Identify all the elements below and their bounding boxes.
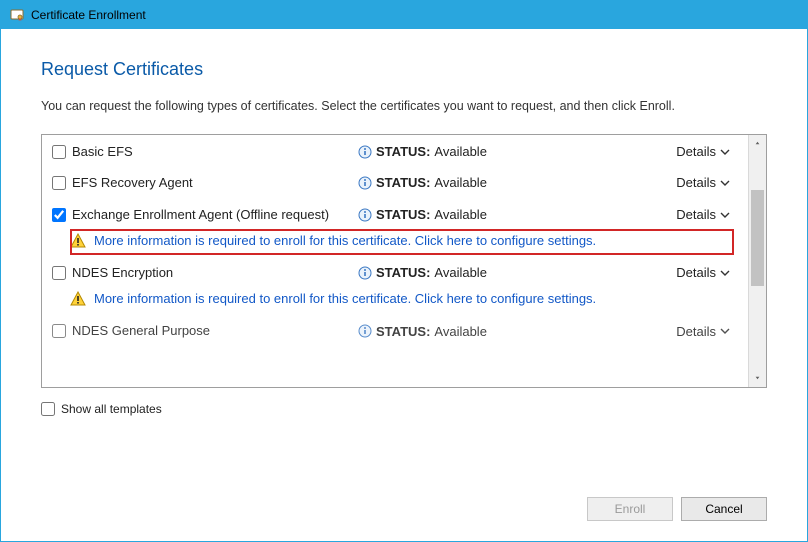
show-all-row: Show all templates [41,402,767,416]
scroll-up-button[interactable] [749,135,766,152]
cert-checkbox-basic-efs[interactable] [52,145,66,159]
cert-row-ndes-general[interactable]: NDES General Purpose STATUS: Available D… [42,315,748,347]
certificate-icon [9,7,25,23]
details-toggle[interactable]: Details [642,144,742,159]
cert-name: Exchange Enrollment Agent (Offline reque… [72,207,358,223]
status-value: Available [434,324,487,339]
info-icon [358,208,372,222]
page-title: Request Certificates [41,59,767,80]
cert-row-ndes-encryption[interactable]: NDES Encryption STATUS: Available Detail… [42,257,748,289]
certificate-list: Basic EFS STATUS: Available Details [42,135,748,387]
info-icon [358,324,372,338]
cert-checkbox-exchange-agent[interactable] [52,208,66,222]
enroll-button[interactable]: Enroll [587,497,673,521]
scrollbar-track[interactable] [749,152,766,370]
status-label: STATUS: [376,144,430,159]
cert-checkbox-ndes-encryption[interactable] [52,266,66,280]
warning-icon [70,291,86,307]
scroll-down-button[interactable] [749,370,766,387]
status-cell: STATUS: Available [358,144,642,159]
cert-name: EFS Recovery Agent [72,175,358,191]
chevron-down-icon [720,326,730,336]
warning-row-ndes-encryption: More information is required to enroll f… [42,289,748,315]
details-toggle[interactable]: Details [642,175,742,190]
status-value: Available [434,175,487,190]
details-toggle[interactable]: Details [642,207,742,222]
scrollbar[interactable] [748,135,766,387]
info-icon [358,266,372,280]
status-label: STATUS: [376,265,430,280]
status-label: STATUS: [376,324,430,339]
warning-icon [70,233,86,249]
info-icon [358,145,372,159]
show-all-label[interactable]: Show all templates [61,402,162,416]
certificate-list-frame: Basic EFS STATUS: Available Details [41,134,767,388]
status-cell: STATUS: Available [358,175,642,190]
details-toggle[interactable]: Details [642,324,742,339]
dialog-button-row: Enroll Cancel [41,477,767,521]
chevron-down-icon [720,147,730,157]
titlebar: Certificate Enrollment [1,1,807,29]
status-label: STATUS: [376,175,430,190]
chevron-down-icon [720,268,730,278]
status-value: Available [434,265,487,280]
cert-name: NDES Encryption [72,265,358,281]
cancel-button[interactable]: Cancel [681,497,767,521]
cert-checkbox-ndes-general[interactable] [52,324,66,338]
cert-row-basic-efs[interactable]: Basic EFS STATUS: Available Details [42,135,748,167]
scrollbar-thumb[interactable] [751,190,764,286]
status-label: STATUS: [376,207,430,222]
configure-link[interactable]: More information is required to enroll f… [94,233,596,248]
status-cell: STATUS: Available [358,265,642,280]
status-cell: STATUS: Available [358,207,642,222]
warning-row-exchange-agent: More information is required to enroll f… [42,231,748,257]
configure-link[interactable]: More information is required to enroll f… [94,291,596,306]
content-area: Request Certificates You can request the… [1,29,807,541]
status-cell: STATUS: Available [358,324,642,339]
chevron-down-icon [720,178,730,188]
status-value: Available [434,207,487,222]
cert-row-efs-recovery[interactable]: EFS Recovery Agent STATUS: Available Det… [42,167,748,199]
chevron-down-icon [720,210,730,220]
status-value: Available [434,144,487,159]
window-title: Certificate Enrollment [31,8,146,22]
details-toggle[interactable]: Details [642,265,742,280]
cert-name: NDES General Purpose [72,323,358,339]
instruction-text: You can request the following types of c… [41,98,767,116]
info-icon [358,176,372,190]
cert-name: Basic EFS [72,144,358,160]
certificate-enrollment-window: Certificate Enrollment Request Certifica… [0,0,808,542]
show-all-checkbox[interactable] [41,402,55,416]
cert-row-exchange-agent[interactable]: Exchange Enrollment Agent (Offline reque… [42,199,748,231]
cert-checkbox-efs-recovery[interactable] [52,176,66,190]
